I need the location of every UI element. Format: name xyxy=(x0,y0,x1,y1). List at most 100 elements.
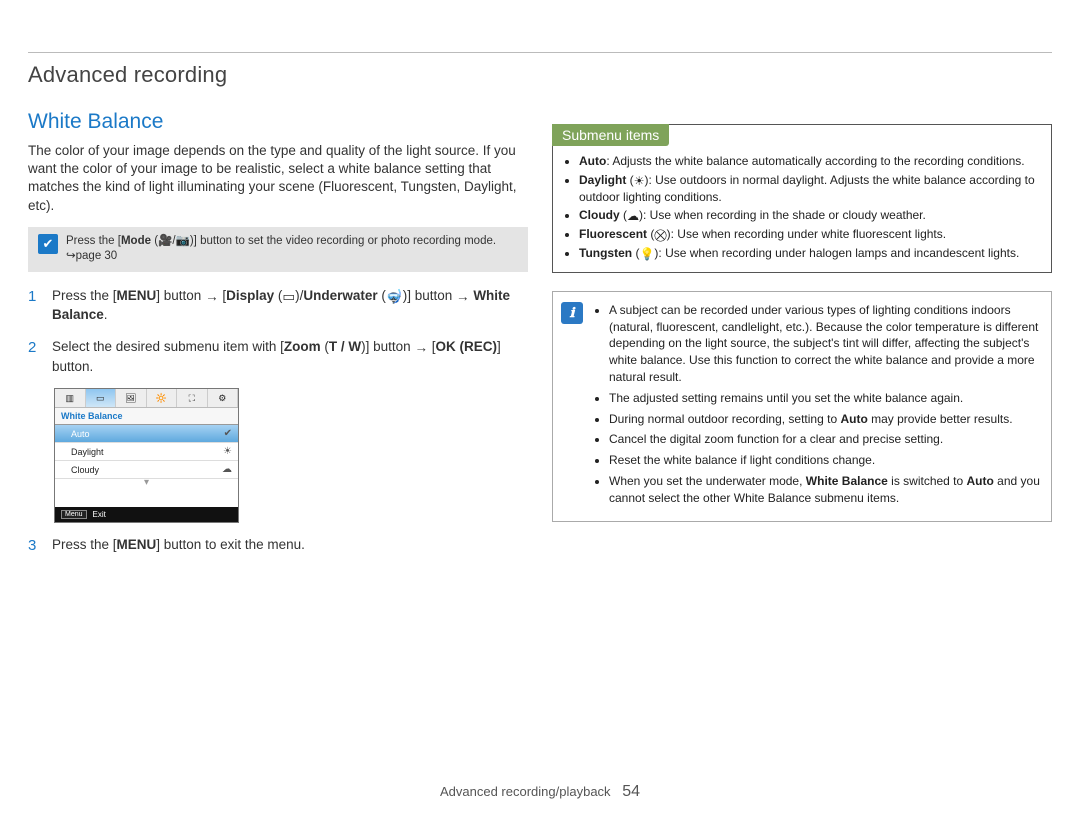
submenu-cloudy: Cloudy (☁): Use when recording in the sh… xyxy=(579,207,1041,224)
mock-tab: ⚙ xyxy=(208,389,239,407)
cloud-icon: ☁ xyxy=(222,464,232,475)
tip-item: Reset the white balance if light conditi… xyxy=(609,452,1041,469)
procedure-steps: 1 Press the [MENU] button → [Display (▭)… xyxy=(28,286,528,376)
step-3-body: Press the [MENU] button to exit the menu… xyxy=(52,535,305,557)
menu-button-label: MENU xyxy=(117,288,157,303)
cloud-icon: ☁ xyxy=(627,210,639,222)
info-icon: ℹ xyxy=(561,302,583,324)
step-1: 1 Press the [MENU] button → [Display (▭)… xyxy=(28,286,528,325)
submenu-name: Daylight xyxy=(579,173,626,187)
submenu-items-list: Auto: Adjusts the white balance automati… xyxy=(557,153,1041,262)
footer-trail: Advanced recording/playback xyxy=(440,784,611,799)
note-mode-word: Mode xyxy=(121,235,151,247)
sun-icon: ☀ xyxy=(223,446,232,457)
mock-tab: 🖼 xyxy=(116,389,147,407)
arrow-icon: → xyxy=(456,290,470,304)
mock-submenu-header: White Balance xyxy=(55,408,238,425)
tip-item: During normal outdoor recording, setting… xyxy=(609,411,1041,428)
mock-row-icon: ✔ xyxy=(224,428,232,439)
submenu-text: : Adjusts the white balance automaticall… xyxy=(606,154,1024,168)
arrow-icon: → xyxy=(414,341,428,355)
step2-a: Select the desired submenu item with [ xyxy=(52,339,284,354)
step2-b: ] button xyxy=(366,339,411,354)
tip-item: The adjusted setting remains until you s… xyxy=(609,390,1041,407)
submenu-text: ): Use when recording under halogen lamp… xyxy=(654,246,1019,260)
tip-item: When you set the underwater mode, White … xyxy=(609,473,1041,507)
right-column: Submenu items Auto: Adjusts the white ba… xyxy=(552,110,1052,569)
step-number: 3 xyxy=(28,535,42,557)
page-footer: Advanced recording/playback 54 xyxy=(0,783,1080,801)
submenu-name: Auto xyxy=(579,154,606,168)
mock-menu-button: Menu xyxy=(61,510,87,519)
device-screenshot: ▥ ▭ 🖼 🔆 ⛶ ⚙ White Balance Auto ✔ Dayligh… xyxy=(54,388,239,523)
okrec-label: OK (REC) xyxy=(435,339,497,354)
zoom-label: Zoom xyxy=(284,339,321,354)
step-2: 2 Select the desired submenu item with [… xyxy=(28,337,528,376)
note-mid: (🎥/📷)] button to set the video recording… xyxy=(151,235,496,247)
step-2-body: Select the desired submenu item with [Zo… xyxy=(52,337,528,376)
procedure-steps-cont: 3 Press the [MENU] button to exit the me… xyxy=(28,535,528,557)
submenu-auto: Auto: Adjusts the white balance automati… xyxy=(579,153,1041,170)
submenu-fluorescent: Fluorescent (⛒): Use when recording unde… xyxy=(579,226,1041,243)
submenu-name: Tungsten xyxy=(579,246,632,260)
page-reference: ↪page 30 xyxy=(66,250,117,262)
mock-tab: 🔆 xyxy=(147,389,178,407)
underwater-label: Underwater xyxy=(303,288,377,303)
submenu-text: ): Use outdoors in normal daylight. Adju… xyxy=(579,173,1035,204)
button-word: button xyxy=(415,288,453,303)
tip-text-b: is switched to xyxy=(888,474,967,488)
step-3: 3 Press the [MENU] button to exit the me… xyxy=(28,535,528,557)
tip-item: Cancel the digital zoom function for a c… xyxy=(609,431,1041,448)
mock-tab: ⛶ xyxy=(177,389,208,407)
submenu-text: ): Use when recording under white fluore… xyxy=(667,227,946,241)
fluorescent-icon: ⛒ xyxy=(654,229,666,241)
step-1-body: Press the [MENU] button → [Display (▭)/U… xyxy=(52,286,528,325)
left-column: White Balance The color of your image de… xyxy=(28,110,528,569)
mode-note-text: Press the [Mode (🎥/📷)] button to set the… xyxy=(66,234,518,265)
mock-row-label: Daylight xyxy=(71,447,104,457)
tips-list: A subject can be recorded under various … xyxy=(593,302,1041,511)
scroll-caret-icon: ▾ xyxy=(55,479,238,487)
section-heading: White Balance xyxy=(28,110,528,134)
step-number: 2 xyxy=(28,337,42,376)
mock-row-label: Cloudy xyxy=(71,465,99,475)
display-frame-icon: ▭ xyxy=(282,290,295,304)
manual-page: Advanced recording White Balance The col… xyxy=(0,0,1080,825)
bulb-icon: 💡 xyxy=(639,248,654,260)
submenu-items-panel: Submenu items Auto: Adjusts the white ba… xyxy=(552,124,1052,273)
mode-note: ✔ Press the [Mode (🎥/📷)] button to set t… xyxy=(28,227,528,272)
tip-text-b: may provide better results. xyxy=(868,412,1013,426)
chapter-title: Advanced recording xyxy=(28,62,1052,88)
tip-bold: Auto xyxy=(967,474,994,488)
tips-panel: ℹ A subject can be recorded under variou… xyxy=(552,291,1052,522)
mock-row-label: Auto xyxy=(71,429,90,439)
submenu-name: Fluorescent xyxy=(579,227,647,241)
tw-label: T / W xyxy=(329,339,361,354)
submenu-daylight: Daylight (☀): Use outdoors in normal day… xyxy=(579,172,1041,206)
page-number: 54 xyxy=(622,783,640,800)
note-prefix: Press the [ xyxy=(66,235,121,247)
sun-icon: ☀ xyxy=(634,175,645,187)
submenu-tungsten: Tungsten (💡): Use when recording under h… xyxy=(579,245,1041,262)
arrow-icon: → xyxy=(205,290,219,304)
tip-text-a: When you set the underwater mode, xyxy=(609,474,806,488)
submenu-text: ): Use when recording in the shade or cl… xyxy=(639,208,926,222)
display-label: Display xyxy=(226,288,274,303)
submenu-items-header: Submenu items xyxy=(552,124,669,146)
mock-exit-label: Exit xyxy=(93,510,106,519)
mock-tabbar: ▥ ▭ 🖼 🔆 ⛶ ⚙ xyxy=(55,389,238,408)
tip-text-a: During normal outdoor recording, setting… xyxy=(609,412,840,426)
mock-tab-active: ▭ xyxy=(86,389,117,407)
mock-row: Daylight ☀ xyxy=(55,443,238,461)
content-columns: White Balance The color of your image de… xyxy=(28,110,1052,569)
mock-tab: ▥ xyxy=(55,389,86,407)
mock-exitbar: Menu Exit xyxy=(55,507,238,522)
tip-bold: White Balance xyxy=(806,474,888,488)
tip-bold: Auto xyxy=(840,412,867,426)
checkmark-icon: ✔ xyxy=(38,234,58,254)
top-rule xyxy=(28,52,1052,53)
tip-item: A subject can be recorded under various … xyxy=(609,302,1041,386)
intro-paragraph: The color of your image depends on the t… xyxy=(28,142,528,215)
mock-row-selected: Auto ✔ xyxy=(55,425,238,443)
step-number: 1 xyxy=(28,286,42,325)
